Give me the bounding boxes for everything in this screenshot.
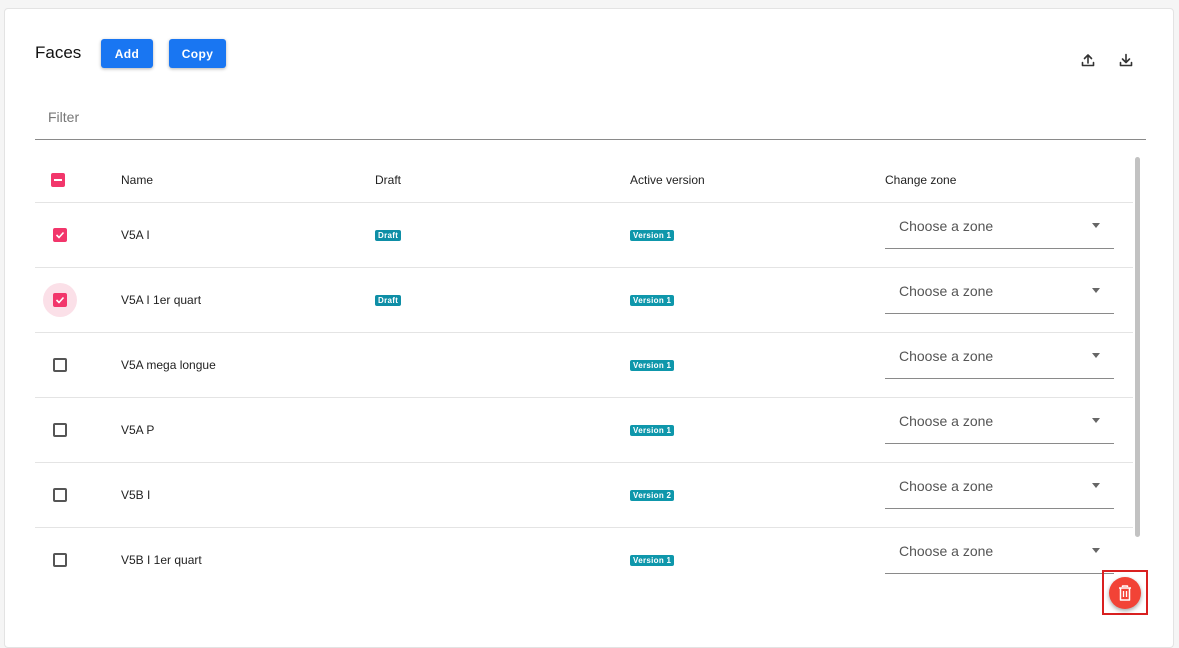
row-checkbox[interactable] <box>53 423 67 437</box>
caret-down-icon <box>1092 418 1100 423</box>
row-checkbox[interactable] <box>53 488 67 502</box>
filter-input[interactable] <box>35 101 1146 133</box>
column-header-draft[interactable]: Draft <box>375 157 401 202</box>
zone-select[interactable]: Choose a zone <box>885 333 1114 379</box>
zone-select-placeholder: Choose a zone <box>899 217 994 234</box>
zone-select-placeholder: Choose a zone <box>899 477 994 494</box>
column-header-name[interactable]: Name <box>121 157 153 202</box>
row-checkbox[interactable] <box>53 228 67 242</box>
row-name: V5A P <box>121 423 155 437</box>
filter-field <box>35 101 1146 140</box>
download-button[interactable] <box>1115 49 1137 71</box>
caret-down-icon <box>1092 483 1100 488</box>
caret-down-icon <box>1092 353 1100 358</box>
table-row: V5A mega longue Version 1 Choose a zone <box>35 333 1133 398</box>
table-row: V5A I 1er quart Draft Version 1 Choose a… <box>35 268 1133 333</box>
column-header-change-zone[interactable]: Change zone <box>885 157 956 202</box>
faces-table: Name Draft Active version Change zone V5… <box>35 157 1133 592</box>
row-checkbox[interactable] <box>53 358 67 372</box>
version-badge: Version 1 <box>630 294 675 306</box>
caret-down-icon <box>1092 223 1100 228</box>
zone-select[interactable]: Choose a zone <box>885 463 1114 509</box>
check-icon <box>55 296 65 304</box>
row-checkbox[interactable] <box>53 553 67 567</box>
version-badge: Version 1 <box>630 229 675 241</box>
version-badge: Version 1 <box>630 359 675 371</box>
download-icon <box>1119 53 1133 67</box>
table-row: V5B I 1er quart Version 1 Choose a zone <box>35 528 1133 592</box>
copy-button[interactable]: Copy <box>169 39 226 68</box>
table-scrollbar[interactable] <box>1135 157 1140 537</box>
zone-select-placeholder: Choose a zone <box>899 542 994 559</box>
row-name: V5B I 1er quart <box>121 553 202 567</box>
table-row: V5A I Draft Version 1 Choose a zone <box>35 203 1133 268</box>
table-row: V5A P Version 1 Choose a zone <box>35 398 1133 463</box>
row-name: V5A mega longue <box>121 358 216 372</box>
row-name: V5B I <box>121 488 151 502</box>
add-button[interactable]: Add <box>101 39 153 68</box>
minus-icon <box>54 178 62 181</box>
zone-select[interactable]: Choose a zone <box>885 528 1114 574</box>
zone-select-placeholder: Choose a zone <box>899 282 994 299</box>
draft-badge: Draft <box>375 294 402 306</box>
page-title: Faces <box>35 43 82 62</box>
zone-select[interactable]: Choose a zone <box>885 203 1114 249</box>
caret-down-icon <box>1092 288 1100 293</box>
trash-icon <box>1119 585 1131 601</box>
row-name: V5A I 1er quart <box>121 293 202 307</box>
zone-select[interactable]: Choose a zone <box>885 268 1114 314</box>
table-header: Name Draft Active version Change zone <box>35 157 1133 203</box>
row-name: V5A I <box>121 228 150 242</box>
delete-button[interactable] <box>1109 577 1141 609</box>
version-badge: Version 1 <box>630 554 675 566</box>
zone-select-placeholder: Choose a zone <box>899 347 994 364</box>
check-icon <box>55 231 65 239</box>
upload-icon <box>1081 54 1095 67</box>
faces-panel: Faces Add Copy Name Draft Active version… <box>4 8 1174 648</box>
upload-button[interactable] <box>1077 49 1099 71</box>
version-badge: Version 1 <box>630 424 675 436</box>
column-header-active-version[interactable]: Active version <box>630 157 705 202</box>
version-badge: Version 2 <box>630 489 675 501</box>
row-checkbox[interactable] <box>53 293 67 307</box>
zone-select-placeholder: Choose a zone <box>899 412 994 429</box>
zone-select[interactable]: Choose a zone <box>885 398 1114 444</box>
table-row: V5B I Version 2 Choose a zone <box>35 463 1133 528</box>
draft-badge: Draft <box>375 229 402 241</box>
caret-down-icon <box>1092 548 1100 553</box>
select-all-checkbox[interactable] <box>51 172 65 187</box>
